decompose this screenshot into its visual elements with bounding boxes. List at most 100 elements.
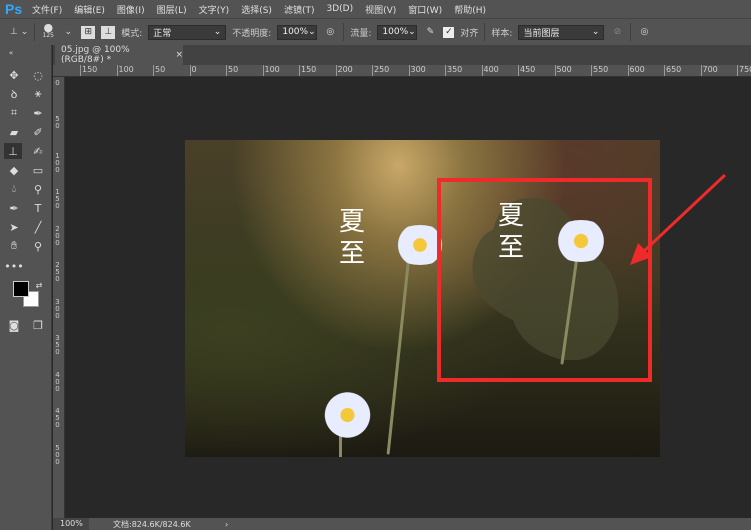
brush-panel-toggle-icon[interactable]: ⊞: [81, 26, 95, 39]
ruler-label: 500: [555, 65, 572, 77]
crop-tool-icon[interactable]: ⌗: [5, 105, 23, 121]
menu-item[interactable]: 文件(F): [32, 3, 62, 16]
horizontal-ruler[interactable]: 1501005005010015020025030035040045050055…: [53, 65, 751, 77]
opacity-input[interactable]: 100%⌄: [277, 25, 317, 40]
ruler-label: 0: [54, 80, 61, 87]
path-selection-tool-icon[interactable]: ➤: [5, 219, 23, 235]
marquee-tool-icon[interactable]: ◌: [29, 67, 47, 83]
swap-colors-icon[interactable]: ⇄: [30, 277, 48, 293]
healing-brush-tool-icon[interactable]: ▰: [5, 124, 23, 140]
menu-bar: Ps 文件(F) 编辑(E) 图像(I) 图层(L) 文字(Y) 选择(S) 滤镜(T) 3D…: [0, 0, 751, 18]
zoom-level[interactable]: 100%: [53, 518, 89, 530]
ruler-label: 650: [664, 65, 681, 77]
flow-value: 100%: [382, 27, 408, 37]
photoshop-logo: Ps: [0, 1, 32, 17]
document-tab-title: 05.jpg @ 100%(RGB/8#) *: [61, 45, 167, 65]
menu-item[interactable]: 文字(Y): [199, 3, 230, 16]
ruler-label: 450: [54, 408, 61, 429]
annotation-arrow: [620, 165, 740, 275]
ruler-label: 100: [263, 65, 280, 77]
lasso-tool-icon[interactable]: ꝺ: [5, 86, 23, 102]
opacity-value: 100%: [282, 27, 308, 37]
menu-item[interactable]: 图层(L): [157, 3, 187, 16]
close-icon[interactable]: ×: [175, 50, 183, 60]
sample-select[interactable]: 当前图层⌄: [518, 25, 604, 40]
align-checkbox[interactable]: ✓: [443, 27, 454, 38]
line-tool-icon[interactable]: ╱: [29, 219, 47, 235]
ruler-label: 450: [518, 65, 535, 77]
zoom-tool-icon[interactable]: ⚲: [29, 238, 47, 254]
opacity-label: 不透明度:: [232, 26, 271, 39]
flow-input[interactable]: 100%⌄: [377, 25, 417, 40]
divider: [34, 23, 35, 41]
ruler-label: 50: [226, 65, 238, 77]
pressure-opacity-icon[interactable]: ◎: [323, 24, 337, 40]
chevron-down-icon: ⌄: [592, 27, 600, 37]
toolbox: « ✥ ◌ ꝺ ⚹ ⌗ ✒ ▰ ✐ ⊥ ✍ ◆ ▭ 💧︎ ⚲ ✒ T ➤ ╱ ✋…: [0, 45, 52, 530]
vertical-ruler[interactable]: 50050100150200250300350400450500: [53, 77, 65, 518]
move-tool-icon[interactable]: ✥: [5, 67, 23, 83]
sample-label: 样本:: [491, 26, 512, 39]
type-tool-icon[interactable]: T: [29, 200, 47, 216]
clone-stamp-tool-preset[interactable]: ⊥ ⌄: [10, 24, 28, 40]
chevron-down-icon: ⌄: [408, 27, 416, 37]
ruler-label: 700: [701, 65, 718, 77]
ruler-label: 200: [54, 226, 61, 247]
document-tab[interactable]: 05.jpg @ 100%(RGB/8#) * ×: [55, 45, 183, 65]
ruler-label: 350: [445, 65, 462, 77]
blur-tool-icon[interactable]: 💧︎: [5, 181, 23, 197]
document-tab-bar: 05.jpg @ 100%(RGB/8#) * ×: [53, 45, 751, 65]
calligraphy-text: 夏至: [337, 206, 367, 270]
magic-wand-tool-icon[interactable]: ⚹: [29, 86, 47, 102]
status-bar: 100% 文档:824.6K/824.6K ›: [53, 518, 751, 530]
menu-item[interactable]: 窗口(W): [408, 3, 442, 16]
ruler-label: 400: [54, 372, 61, 393]
clone-source-panel-icon[interactable]: ⊥: [101, 26, 115, 39]
menu-item[interactable]: 视图(V): [365, 3, 396, 16]
menu-item[interactable]: 3D(D): [326, 4, 353, 14]
brush-preset-picker[interactable]: ●125: [41, 24, 55, 40]
align-label: 对齐: [460, 26, 478, 39]
eraser-tool-icon[interactable]: ◆: [5, 162, 23, 178]
mode-select[interactable]: 正常⌄: [148, 25, 226, 40]
pressure-size-icon[interactable]: ◎: [637, 24, 651, 40]
ruler-label: 50: [153, 65, 165, 77]
dodge-tool-icon[interactable]: ⚲: [29, 181, 47, 197]
ruler-label: 150: [54, 189, 61, 210]
ruler-label: 150: [80, 65, 97, 77]
menu-item[interactable]: 编辑(E): [74, 3, 105, 16]
foreground-color-swatch[interactable]: [13, 281, 29, 297]
status-menu-arrow-icon[interactable]: ›: [225, 520, 228, 529]
ruler-label: 350: [54, 335, 61, 356]
screen-mode-icon[interactable]: ❐: [29, 317, 47, 333]
pen-tool-icon[interactable]: ✒: [5, 200, 23, 216]
quick-mask-icon[interactable]: ◙: [5, 317, 23, 333]
menu-item[interactable]: 帮助(H): [454, 3, 486, 16]
ruler-label: 550: [591, 65, 608, 77]
ruler-label: 600: [628, 65, 645, 77]
ruler-label: 0: [190, 65, 197, 77]
daisy-flower: [320, 390, 375, 440]
menu-item[interactable]: 选择(S): [241, 3, 272, 16]
ruler-label: 100: [54, 153, 61, 174]
clone-stamp-tool-icon[interactable]: ⊥: [4, 143, 22, 159]
airbrush-icon[interactable]: ✎: [423, 24, 437, 40]
ignore-adjustment-layers-icon[interactable]: ⊘: [610, 24, 624, 40]
gradient-tool-icon[interactable]: ▭: [29, 162, 47, 178]
history-brush-tool-icon[interactable]: ✍: [29, 143, 47, 159]
hand-tool-icon[interactable]: ✋︎: [5, 238, 23, 254]
brush-tool-icon[interactable]: ✐: [29, 124, 47, 140]
eyedropper-tool-icon[interactable]: ✒: [29, 105, 47, 121]
ruler-label: 150: [299, 65, 316, 77]
menu-item[interactable]: 图像(I): [117, 3, 145, 16]
ruler-label: 300: [409, 65, 426, 77]
collapse-icon[interactable]: «: [2, 45, 20, 61]
flower-stem: [387, 255, 411, 454]
ruler-label: 500: [54, 445, 61, 466]
options-bar: ⊥ ⌄ ●125 ⌄ ⊞ ⊥ 模式: 正常⌄ 不透明度: 100%⌄ ◎ 流量:…: [0, 18, 751, 45]
divider: [484, 23, 485, 41]
ruler-label: 50: [54, 116, 61, 130]
more-tools-icon[interactable]: •••: [5, 258, 23, 274]
menu-item[interactable]: 滤镜(T): [284, 3, 315, 16]
chevron-down-icon[interactable]: ⌄: [61, 24, 75, 40]
